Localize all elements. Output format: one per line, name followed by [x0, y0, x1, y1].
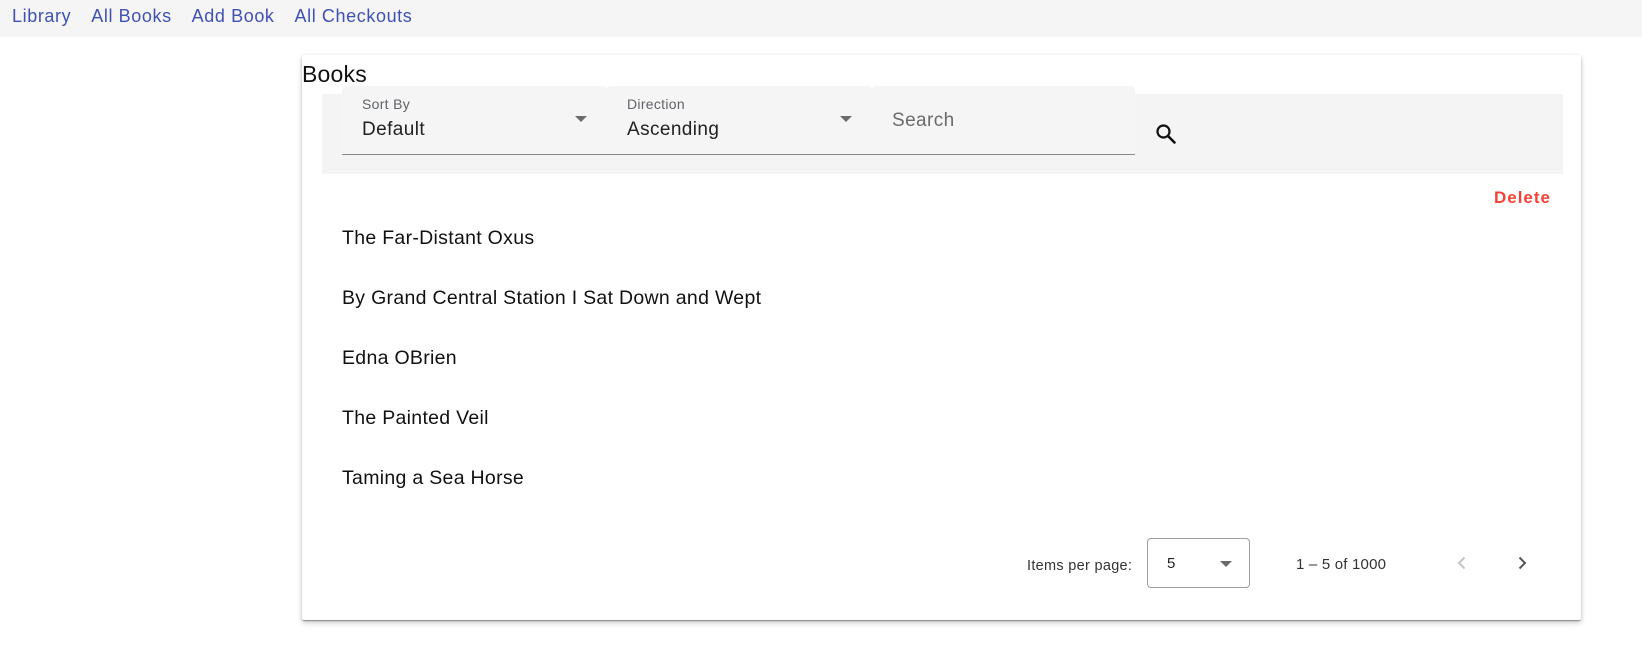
sort-by-select[interactable]: Sort By Default: [342, 86, 607, 155]
search-button[interactable]: [1148, 116, 1184, 152]
book-list: The Far-Distant Oxus By Grand Central St…: [342, 226, 761, 526]
chevron-right-icon: [1518, 556, 1527, 570]
chevron-down-icon: [840, 116, 852, 122]
delete-button[interactable]: Delete: [1494, 188, 1551, 208]
page-size-value: 5: [1167, 555, 1176, 572]
top-navigation: Library All Books Add Book All Checkouts: [0, 0, 1642, 37]
page-title: Books: [302, 61, 367, 87]
direction-select[interactable]: Direction Ascending: [607, 86, 872, 155]
list-item[interactable]: Edna OBrien: [342, 346, 761, 406]
filter-bar: Sort By Default Direction Ascending Sear…: [322, 86, 1563, 174]
chevron-down-icon: [575, 116, 587, 122]
range-label: 1 – 5 of 1000: [1296, 556, 1387, 573]
nav-link-all-books[interactable]: All Books: [91, 7, 171, 25]
search-icon: [1156, 124, 1176, 144]
nav-link-all-checkouts[interactable]: All Checkouts: [295, 7, 413, 25]
direction-label: Direction: [627, 96, 685, 112]
sort-by-label: Sort By: [362, 96, 411, 112]
next-page-button[interactable]: [1505, 546, 1539, 580]
search-placeholder: Search: [892, 110, 955, 131]
chevron-left-icon: [1457, 556, 1466, 570]
items-per-page-label: Items per page:: [1027, 558, 1133, 574]
nav-link-add-book[interactable]: Add Book: [192, 7, 275, 25]
paginator: Items per page: 5 1 – 5 of 1000: [302, 538, 1581, 594]
books-card: Books Sort By Default Direction Ascendin…: [302, 55, 1581, 620]
sort-by-value: Default: [362, 119, 426, 140]
direction-value: Ascending: [627, 119, 720, 140]
search-input[interactable]: Search: [872, 86, 1135, 155]
previous-page-button[interactable]: [1445, 546, 1479, 580]
nav-link-library[interactable]: Library: [12, 7, 71, 25]
chevron-down-icon: [1220, 561, 1232, 567]
list-item[interactable]: The Painted Veil: [342, 406, 761, 466]
list-item[interactable]: Taming a Sea Horse: [342, 466, 761, 526]
list-item[interactable]: By Grand Central Station I Sat Down and …: [342, 286, 761, 346]
page-size-select[interactable]: 5: [1147, 538, 1250, 588]
list-item[interactable]: The Far-Distant Oxus: [342, 226, 761, 286]
